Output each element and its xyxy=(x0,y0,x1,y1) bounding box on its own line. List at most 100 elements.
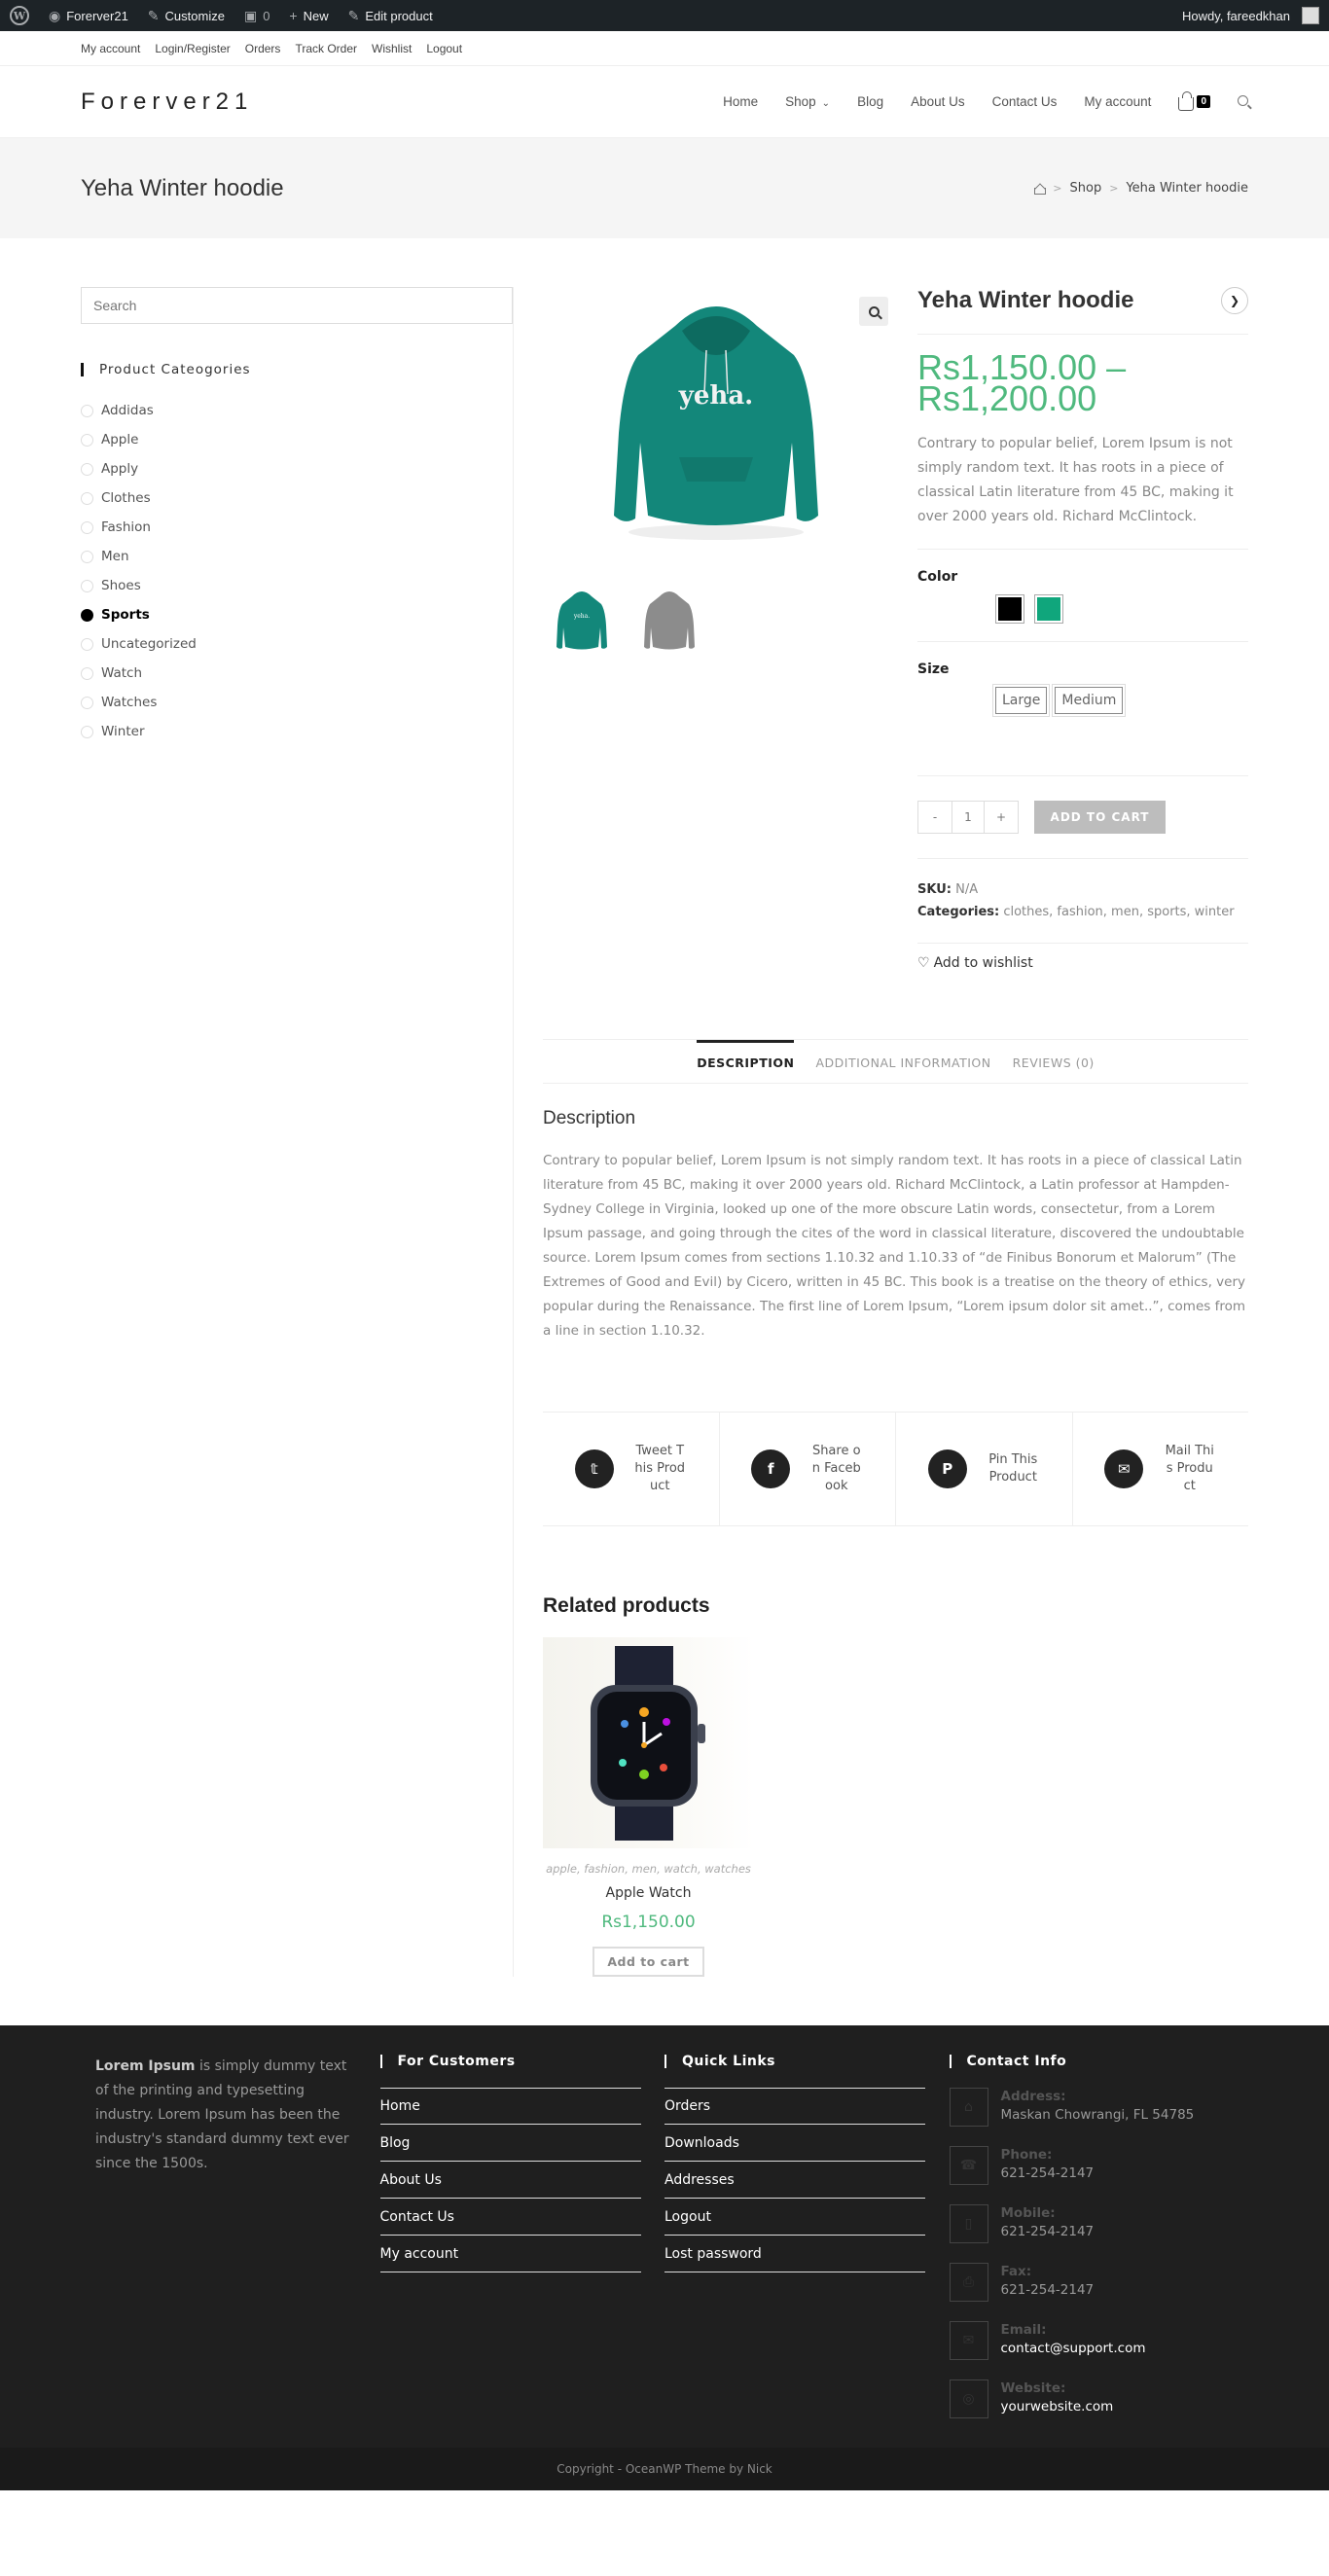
category-item-winter[interactable]: Winter xyxy=(81,717,513,746)
category-item-clothes[interactable]: Clothes xyxy=(81,483,513,513)
hoodie-grey-thumb xyxy=(644,590,695,649)
nav-contact-us[interactable]: Contact Us xyxy=(992,94,1058,109)
home-icon[interactable] xyxy=(1033,183,1047,195)
zoom-button[interactable] xyxy=(859,297,888,326)
add-to-cart-row: - 1 + ADD TO CART xyxy=(917,775,1248,859)
twitter-icon: 𝕥 xyxy=(574,1449,614,1488)
tab-reviews[interactable]: REVIEWS (0) xyxy=(1013,1040,1095,1083)
price-max: Rs1,200.00 xyxy=(917,378,1097,418)
add-to-cart-button[interactable]: ADD TO CART xyxy=(1034,801,1166,834)
admin-edit-product-link[interactable]: ✎ Edit product xyxy=(339,0,443,31)
related-product-categories[interactable]: apple, fashion, men, watch, watches xyxy=(543,1862,754,1876)
add-to-wishlist-link[interactable]: ♡ Add to wishlist xyxy=(917,944,1248,971)
color-swatch-green[interactable] xyxy=(1034,594,1063,624)
nav-blog[interactable]: Blog xyxy=(857,94,883,109)
nav-shop[interactable]: Shop ⌄ xyxy=(785,94,830,109)
share-mail[interactable]: ✉ Mail This Product xyxy=(1073,1413,1249,1525)
product-main-image[interactable]: yeha. xyxy=(543,287,888,550)
topbar-link-logout[interactable]: Logout xyxy=(426,42,462,55)
main-nav: Home Shop ⌄ Blog About Us Contact Us My a… xyxy=(723,90,1248,111)
product-summary: Yeha Winter hoodie ❯ Rs1,150.00 – Rs1,20… xyxy=(917,287,1248,971)
contact-fax: ⎙ Fax: 621-254-2147 xyxy=(949,2263,1235,2302)
footer-link-my-account[interactable]: My account xyxy=(379,2236,641,2272)
breadcrumb: > Shop > Yeha Winter hoodie xyxy=(1033,181,1248,196)
category-item-sports[interactable]: Sports xyxy=(81,600,513,629)
category-item-apple[interactable]: Apple xyxy=(81,425,513,454)
size-option-medium[interactable]: Medium xyxy=(1055,687,1124,714)
category-item-shoes[interactable]: Shoes xyxy=(81,571,513,600)
size-options: Large Medium xyxy=(995,687,1248,714)
footer-link-addresses[interactable]: Addresses xyxy=(664,2162,925,2199)
admin-bar: W ◉ Forerver21 ✎ Customize ▣ 0 + New ✎ E… xyxy=(0,0,1329,31)
related-add-to-cart-button[interactable]: Add to cart xyxy=(593,1947,704,1977)
footer-link-contact-us[interactable]: Contact Us xyxy=(379,2199,641,2236)
footer-link-orders[interactable]: Orders xyxy=(664,2088,925,2125)
thumbnail-green[interactable]: yeha. xyxy=(548,584,616,657)
topbar-link-wishlist[interactable]: Wishlist xyxy=(372,42,412,55)
nav-about-us[interactable]: About Us xyxy=(911,94,965,109)
zoom-icon xyxy=(868,305,880,317)
footer-link-home[interactable]: Home xyxy=(379,2088,641,2125)
category-item-fashion[interactable]: Fashion xyxy=(81,513,513,542)
breadcrumb-shop[interactable]: Shop xyxy=(1070,181,1102,196)
footer-about-text: Lorem Ipsum is simply dummy text of the … xyxy=(95,2058,349,2171)
quantity-minus-button[interactable]: - xyxy=(918,802,952,833)
nav-shop-label: Shop xyxy=(785,94,816,109)
category-item-watches[interactable]: Watches xyxy=(81,688,513,717)
categories-links[interactable]: clothes, fashion, men, sports, winter xyxy=(1003,905,1234,919)
share-twitter[interactable]: 𝕥 Tweet This Product xyxy=(543,1413,720,1525)
topbar-link-my-account[interactable]: My account xyxy=(81,42,140,55)
quantity-plus-button[interactable]: + xyxy=(985,802,1018,833)
tab-additional-information[interactable]: ADDITIONAL INFORMATION xyxy=(815,1040,990,1083)
share-pinterest[interactable]: P Pin This Product xyxy=(896,1413,1073,1525)
topbar-link-track-order[interactable]: Track Order xyxy=(295,42,357,55)
footer-link-about-us[interactable]: About Us xyxy=(379,2162,641,2199)
related-products-title: Related products xyxy=(543,1594,710,1617)
category-item-apply[interactable]: Apply xyxy=(81,454,513,483)
radio-icon xyxy=(81,462,93,476)
color-swatch-black[interactable] xyxy=(995,594,1024,624)
admin-customize-link[interactable]: ✎ Customize xyxy=(138,0,234,31)
radio-checked-icon xyxy=(81,608,93,622)
topbar-link-orders[interactable]: Orders xyxy=(245,42,281,55)
topbar-link-login-register[interactable]: Login/Register xyxy=(155,42,230,55)
admin-account-menu[interactable]: Howdy, fareedkhan xyxy=(1172,0,1329,31)
cart-button[interactable]: 0 xyxy=(1178,90,1210,111)
size-option-large[interactable]: Large xyxy=(995,687,1048,714)
header-search-button[interactable] xyxy=(1238,94,1248,109)
footer-link-lost-password[interactable]: Lost password xyxy=(664,2236,925,2272)
nav-my-account[interactable]: My account xyxy=(1084,94,1151,109)
next-product-button[interactable]: ❯ xyxy=(1221,287,1248,314)
related-product-name[interactable]: Apple Watch xyxy=(543,1885,754,1901)
category-item-uncategorized[interactable]: Uncategorized xyxy=(81,629,513,659)
quantity-stepper: - 1 + xyxy=(917,801,1019,834)
tab-description[interactable]: DESCRIPTION xyxy=(697,1040,795,1083)
admin-new-link[interactable]: + New xyxy=(279,0,338,31)
admin-comments-link[interactable]: ▣ 0 xyxy=(234,0,279,31)
related-product-image[interactable] xyxy=(543,1637,754,1848)
product-thumbnails: yeha. xyxy=(543,584,917,657)
quantity-input[interactable]: 1 xyxy=(952,802,985,833)
admin-site-link[interactable]: ◉ Forerver21 xyxy=(39,0,138,31)
page-title: Yeha Winter hoodie xyxy=(81,174,284,201)
contact-website-link[interactable]: yourwebsite.com xyxy=(1001,2399,1114,2415)
category-item-addidas[interactable]: Addidas xyxy=(81,396,513,425)
product-gallery: yeha. yeha. xyxy=(543,287,917,971)
radio-icon xyxy=(81,696,93,709)
footer-link-blog[interactable]: Blog xyxy=(379,2125,641,2162)
footer-link-downloads[interactable]: Downloads xyxy=(664,2125,925,2162)
site-logo[interactable]: Forerver21 xyxy=(81,89,253,116)
sidebar-search-input[interactable] xyxy=(81,287,513,324)
nav-home[interactable]: Home xyxy=(723,94,758,109)
footer-link-logout[interactable]: Logout xyxy=(664,2199,925,2236)
category-item-watch[interactable]: Watch xyxy=(81,659,513,688)
pencil-icon: ✎ xyxy=(347,7,360,23)
category-item-men[interactable]: Men xyxy=(81,542,513,571)
svg-text:yeha.: yeha. xyxy=(677,381,752,411)
contact-email-link[interactable]: contact@support.com xyxy=(1001,2341,1146,2356)
thumbnail-grey[interactable] xyxy=(635,584,703,657)
breadcrumb-separator-icon: > xyxy=(1109,182,1119,195)
share-facebook[interactable]: f Share on Facebook xyxy=(720,1413,896,1525)
wordpress-logo-icon[interactable]: W xyxy=(0,0,39,31)
main-content: Product Cateogories Addidas Apple Apply … xyxy=(0,238,1329,2025)
